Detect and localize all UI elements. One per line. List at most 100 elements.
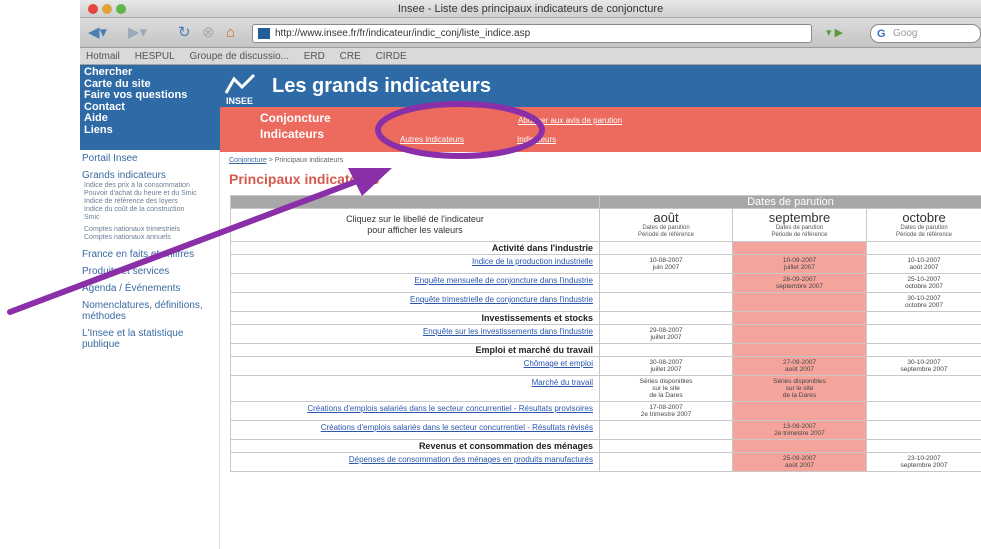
- bookmark-item[interactable]: Groupe de discussio...: [189, 51, 289, 62]
- tab-indicateurs[interactable]: Indicateurs: [260, 127, 324, 141]
- bookmark-item[interactable]: HESPUL: [135, 51, 175, 62]
- cell-line: octobre 2007: [905, 283, 943, 290]
- table-cell: [732, 311, 867, 325]
- indicator-link[interactable]: Dépenses de consommation des ménages en …: [230, 452, 600, 472]
- indicators-table: Dates de parution Cliquez sur le libellé…: [230, 195, 981, 472]
- reload-icon[interactable]: ↻: [178, 23, 191, 43]
- indicator-link[interactable]: Enquête mensuelle de conjoncture dans l'…: [230, 273, 600, 293]
- month-column-header: octobre Dates de parution Période de réf…: [865, 208, 981, 242]
- table-row: Enquête mensuelle de conjoncture dans l'…: [230, 273, 981, 293]
- sidebar-item-produits[interactable]: Produits et services: [82, 266, 217, 277]
- table-instructions: Cliquez sur le libellé de l'indicateur p…: [230, 208, 600, 242]
- search-input[interactable]: G Goog: [870, 24, 981, 43]
- sidebar-subitem[interactable]: Indice du coût de la construction: [82, 206, 217, 214]
- sidebar-item-faits-chiffres[interactable]: France en faits et chiffres: [82, 249, 217, 260]
- go-icon[interactable]: ▾ ▶: [826, 26, 843, 39]
- indicator-link[interactable]: Enquête sur les investissements dans l'i…: [230, 324, 600, 344]
- utility-link[interactable]: Liens: [84, 124, 216, 137]
- back-arrow-icon[interactable]: ◀▾: [88, 23, 107, 43]
- table-cell: [732, 241, 867, 255]
- sidebar-item-agenda[interactable]: Agenda / Événements: [82, 283, 217, 294]
- bookmark-item[interactable]: CIRDE: [376, 51, 407, 62]
- indicator-link[interactable]: Marché du travail: [230, 375, 600, 402]
- release-date-cell: 30-10-2007 septembre 2007: [865, 356, 981, 376]
- window-title: Insee - Liste des principaux indicateurs…: [397, 3, 664, 15]
- table-row: Créations d'emplois salariés dans le sec…: [230, 401, 981, 421]
- cell-line: de la Dares: [649, 392, 683, 399]
- table-row: Chômage et emploi 30-08-2007 juillet 2007 2…: [230, 356, 981, 376]
- release-date-cell: 25-09-2007 août 2007: [732, 452, 867, 472]
- cell-line: juillet 2007: [650, 334, 682, 341]
- month-name: août: [653, 210, 679, 225]
- table-cell: [732, 439, 867, 453]
- month-sub: Dates de parution: [775, 225, 824, 231]
- cell-line: 23-10-2007: [907, 455, 941, 462]
- cell-line: 13-09-2007: [782, 423, 817, 430]
- link-autres-indicateurs[interactable]: Autres indicateurs: [400, 135, 464, 144]
- sidebar-subitem[interactable]: Indice de référence des loyers: [82, 198, 217, 206]
- release-date-cell: [865, 324, 981, 344]
- address-bar-url: http://www.insee.fr/fr/indicateur/indic_…: [275, 28, 531, 39]
- indicator-link[interactable]: Enquête trimestrielle de conjoncture dan…: [230, 292, 600, 312]
- month-sub: Dates de parution: [900, 225, 948, 231]
- bookmark-item[interactable]: ERD: [304, 51, 325, 62]
- cell-line: juin 2007: [652, 264, 680, 271]
- section-heading: Activité dans l'industrie: [230, 241, 600, 255]
- bookmark-item[interactable]: Hotmail: [86, 51, 120, 62]
- table-cell: [865, 311, 981, 325]
- home-icon[interactable]: ⌂: [226, 23, 235, 43]
- sidebar-subitem[interactable]: Smic: [82, 214, 217, 222]
- breadcrumb: Conjoncture > Principaux indicateurs: [229, 157, 343, 164]
- cell-line: 30-10-2007: [907, 359, 941, 366]
- utility-link[interactable]: Aide: [84, 112, 216, 125]
- release-date-cell: 27-09-2007 août 2007: [732, 356, 867, 376]
- sidebar-subitem[interactable]: Comptes nationaux annuels: [82, 234, 217, 242]
- month-sub: Période de référence: [771, 232, 828, 238]
- sidebar-subitem[interactable]: Pouvoir d'achat du heure et du Smic: [82, 190, 217, 198]
- utility-link[interactable]: Faire vos questions: [84, 89, 216, 102]
- table-cell: [732, 343, 867, 357]
- insee-logo[interactable]: INSEE: [222, 73, 258, 107]
- utility-link[interactable]: Chercher: [84, 66, 216, 79]
- table-row: Enquête trimestrielle de conjoncture dan…: [230, 292, 981, 312]
- release-date-cell: 30-08-2007 juillet 2007: [599, 356, 733, 376]
- indicator-link[interactable]: Chômage et emploi: [230, 356, 600, 376]
- table-cell: [599, 311, 733, 325]
- sidebar-subitem[interactable]: Indice des prix à la consommation: [82, 182, 217, 190]
- indicator-link[interactable]: Indice de la production industrielle: [230, 254, 600, 274]
- indicator-link[interactable]: Créations d'emplois salariés dans le sec…: [230, 420, 600, 440]
- link-abonner[interactable]: Abonner aux avis de parution: [518, 116, 622, 125]
- cell-line: 10-10-2007: [907, 257, 941, 264]
- sidebar-subitem[interactable]: Comptes nationaux trimestriels: [82, 226, 217, 234]
- cell-line: Séries disponibles: [773, 378, 826, 385]
- sidebar-item-portail[interactable]: Portail Insee: [82, 153, 217, 164]
- release-date-cell: [599, 420, 733, 440]
- table-cell: [599, 439, 733, 453]
- tab-conjoncture[interactable]: Conjoncture: [260, 111, 331, 125]
- forward-arrow-icon[interactable]: ▶▾: [128, 23, 147, 43]
- release-date-cell: [865, 420, 981, 440]
- table-cell: [865, 343, 981, 357]
- sidebar-item-grands-indicateurs[interactable]: Grands indicateurs: [82, 170, 217, 181]
- table-cell: [865, 439, 981, 453]
- sidebar-item-nomenclatures[interactable]: Nomenclatures, définitions, méthodes: [82, 300, 217, 322]
- release-date-cell: [865, 375, 981, 402]
- table-cell: [599, 241, 733, 255]
- link-indicateurs[interactable]: Indicateurs: [517, 135, 556, 144]
- sidebar-item-insee-statistique[interactable]: L'Insee et la statistique publique: [82, 328, 217, 350]
- cell-line: août 2007: [909, 264, 939, 271]
- cell-line: août 2007: [785, 462, 814, 469]
- month-sub: Dates de parution: [642, 225, 690, 231]
- indicator-link[interactable]: Créations d'emplois salariés dans le sec…: [230, 401, 600, 421]
- address-bar[interactable]: http://www.insee.fr/fr/indicateur/indic_…: [252, 24, 812, 43]
- table-row: Créations d'emplois salariés dans le sec…: [230, 420, 981, 440]
- table-row: Enquête sur les investissements dans l'i…: [230, 324, 981, 344]
- stop-icon[interactable]: ⊗: [202, 23, 215, 43]
- cell-line: 2e trimestre 2007: [774, 430, 825, 437]
- cell-line: 17-08-2007: [649, 404, 683, 411]
- section-heading: Revenus et consommation des ménages: [230, 439, 600, 453]
- month-column-header: septembre Dates de parution Période de r…: [732, 208, 867, 242]
- site-header: INSEE Les grands indicateurs: [220, 65, 981, 107]
- breadcrumb-link[interactable]: Conjoncture: [229, 157, 267, 164]
- bookmark-item[interactable]: CRE: [340, 51, 361, 62]
